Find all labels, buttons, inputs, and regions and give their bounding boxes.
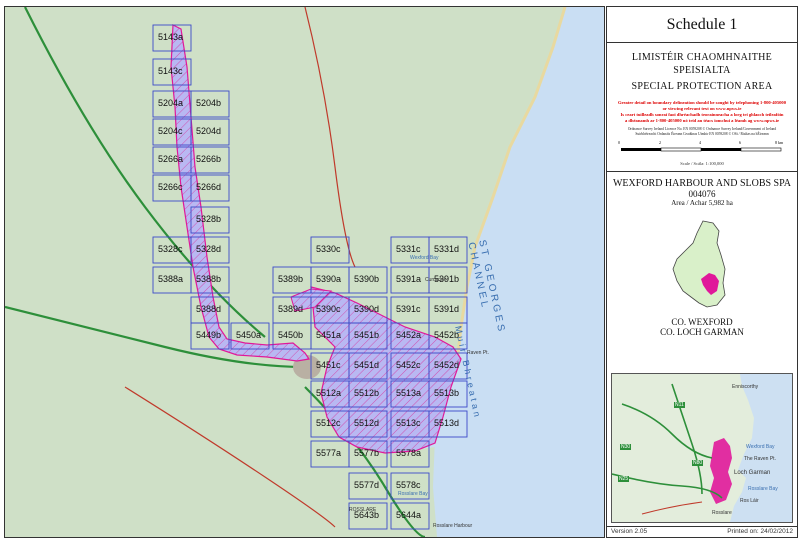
sheet-label-5204c: 5204c bbox=[158, 126, 183, 136]
sheet-label-5512a: 5512a bbox=[316, 388, 342, 398]
scale-tick: 6 bbox=[739, 140, 741, 145]
sheet-label-5389b: 5389b bbox=[278, 274, 304, 284]
sheet-label-5143c: 5143c bbox=[158, 66, 183, 76]
sheet-label-5452d: 5452d bbox=[434, 360, 460, 370]
locator-place: Ros Láir bbox=[740, 498, 759, 504]
sheet-label-5450a: 5450a bbox=[236, 330, 262, 340]
irish-heading-2: SPEISIALTA bbox=[673, 65, 731, 76]
sheet-label-5266d: 5266d bbox=[196, 182, 222, 192]
sheet-label-5388d: 5388d bbox=[196, 304, 222, 314]
sheet-label-5328b: 5328b bbox=[196, 214, 222, 224]
main-map[interactable]: 5143a 5143c 5204a 5204b 5204c 5204d 5266a 5266b… bbox=[4, 6, 605, 538]
divider bbox=[607, 42, 797, 43]
sheet-label-5451b: 5451b bbox=[354, 330, 380, 340]
sheet-label-5388b: 5388b bbox=[196, 274, 222, 284]
locator-place: Wexford Bay bbox=[746, 444, 775, 450]
sheet-label-5512d: 5512d bbox=[354, 418, 380, 428]
sheet-label-5266c: 5266c bbox=[158, 182, 183, 192]
sheet-label-5331d: 5331d bbox=[434, 244, 460, 254]
sheet-label-5391c: 5391c bbox=[396, 304, 421, 314]
scale-text: Scale / Scála: 1:100,000 bbox=[680, 161, 724, 166]
licence-text: Ordnance Survey Ireland Licence No. EN 0… bbox=[607, 127, 797, 137]
sheet-label-5578a: 5578a bbox=[396, 448, 422, 458]
sheet-label-5204b: 5204b bbox=[196, 98, 222, 108]
scale-tick: 8 km bbox=[775, 140, 784, 145]
sheet-label-5391a: 5391a bbox=[396, 274, 422, 284]
site-area: Area / Achar 5,982 ha bbox=[671, 199, 733, 207]
printed-date: Printed on: 24/02/2012 bbox=[727, 528, 793, 535]
sheet-label-5577b: 5577b bbox=[354, 448, 380, 458]
sheet-label-5388a: 5388a bbox=[158, 274, 184, 284]
road-shield: N80 bbox=[692, 460, 704, 466]
place-label: Rosslare Bay bbox=[398, 491, 428, 497]
sheet-label-5390b: 5390b bbox=[354, 274, 380, 284]
locator-place: Enniscorthy bbox=[732, 384, 759, 390]
road-shield: N11 bbox=[674, 402, 685, 408]
sheet-label-5578c: 5578c bbox=[396, 480, 421, 490]
panel-footer: Version 2.05 Printed on: 24/02/2012 bbox=[607, 526, 797, 537]
scale-tick: 4 bbox=[699, 140, 701, 145]
sheet-label-5266b: 5266b bbox=[196, 154, 222, 164]
locator-place: Rosslare Bay bbox=[748, 486, 778, 492]
place-label: ROSSLARE bbox=[349, 507, 377, 513]
sheet-label-5451a: 5451a bbox=[316, 330, 342, 340]
sheet-label-5512b: 5512b bbox=[354, 388, 380, 398]
place-label: Rosslare Harbour bbox=[433, 523, 473, 529]
sheet-label-5577d: 5577d bbox=[354, 480, 380, 490]
place-label: Curracloe bbox=[425, 277, 447, 283]
divider bbox=[607, 171, 797, 172]
county-en: CO. WEXFORD bbox=[671, 317, 733, 327]
sheet-label-5513a: 5513a bbox=[396, 388, 422, 398]
sheet-label-5452c: 5452c bbox=[396, 360, 421, 370]
locator-place: Rosslare bbox=[712, 510, 732, 516]
sheet-label-5512c: 5512c bbox=[316, 418, 341, 428]
sheet-label-5204a: 5204a bbox=[158, 98, 184, 108]
locator-map: Enniscorthy Wexford Bay The Raven Pt. Lo… bbox=[611, 373, 793, 523]
place-label: Wexford Bay bbox=[410, 255, 439, 261]
sheet-label-5449b: 5449b bbox=[196, 330, 222, 340]
county-ga: CO. LOCH GARMAN bbox=[660, 327, 744, 337]
sheet-label-5513d: 5513d bbox=[434, 418, 460, 428]
sheet-label-5577a: 5577a bbox=[316, 448, 342, 458]
sheet-label-5328d: 5328d bbox=[196, 244, 222, 254]
site-code: 004076 bbox=[688, 189, 716, 199]
warning-text: Greater detail on boundary delineation s… bbox=[607, 100, 797, 124]
schedule-title: Schedule 1 bbox=[666, 16, 738, 33]
info-panel: Schedule 1 LIMISTÉIR CHAOMHNAITHE SPEISI… bbox=[606, 6, 798, 538]
irish-heading-1: LIMISTÉIR CHAOMHNAITHE bbox=[631, 52, 773, 63]
sheet-label-5331c: 5331c bbox=[396, 244, 421, 254]
road-shield: N30 bbox=[620, 444, 632, 450]
sheet-label-5513c: 5513c bbox=[396, 418, 421, 428]
locator-place: The Raven Pt. bbox=[744, 456, 776, 462]
sheet-label-5513b: 5513b bbox=[434, 388, 460, 398]
sheet-label-5330c: 5330c bbox=[316, 244, 341, 254]
sheet-label-5204d: 5204d bbox=[196, 126, 222, 136]
sheet-label-5266a: 5266a bbox=[158, 154, 184, 164]
locator-place: Loch Garman bbox=[734, 470, 771, 476]
english-heading: SPECIAL PROTECTION AREA bbox=[631, 81, 773, 92]
sheet-label-5390a: 5390a bbox=[316, 274, 342, 284]
county-outline-map bbox=[672, 220, 726, 308]
sheet-label-5143a: 5143a bbox=[158, 32, 184, 42]
place-label: Raven Pt. bbox=[467, 350, 489, 356]
site-name: WEXFORD HARBOUR AND SLOBS SPA bbox=[612, 178, 791, 189]
sheet-label-5328c: 5328c bbox=[158, 244, 183, 254]
sheet-label-5390d: 5390d bbox=[354, 304, 380, 314]
sheet-label-5644a: 5644a bbox=[396, 510, 422, 520]
sheet-label-5452a: 5452a bbox=[396, 330, 422, 340]
sheet-label-5451d: 5451d bbox=[354, 360, 380, 370]
version-text: Version 2.05 bbox=[611, 528, 648, 535]
scale-bar: 0 2 4 6 8 km bbox=[615, 137, 789, 161]
sheet-label-5391d: 5391d bbox=[434, 304, 460, 314]
scale-tick: 2 bbox=[659, 140, 661, 145]
map-canvas bbox=[5, 7, 604, 537]
road-shield: N25 bbox=[618, 476, 630, 482]
warning-line: a dhéanamh ar 1-800-405000 nó tríd an té… bbox=[624, 118, 780, 123]
sheet-label-5390c: 5390c bbox=[316, 304, 341, 314]
sheet-label-5389d: 5389d bbox=[278, 304, 304, 314]
scale-tick: 0 bbox=[618, 140, 620, 145]
sheet-label-5450b: 5450b bbox=[278, 330, 304, 340]
sheet-label-5451c: 5451c bbox=[316, 360, 341, 370]
